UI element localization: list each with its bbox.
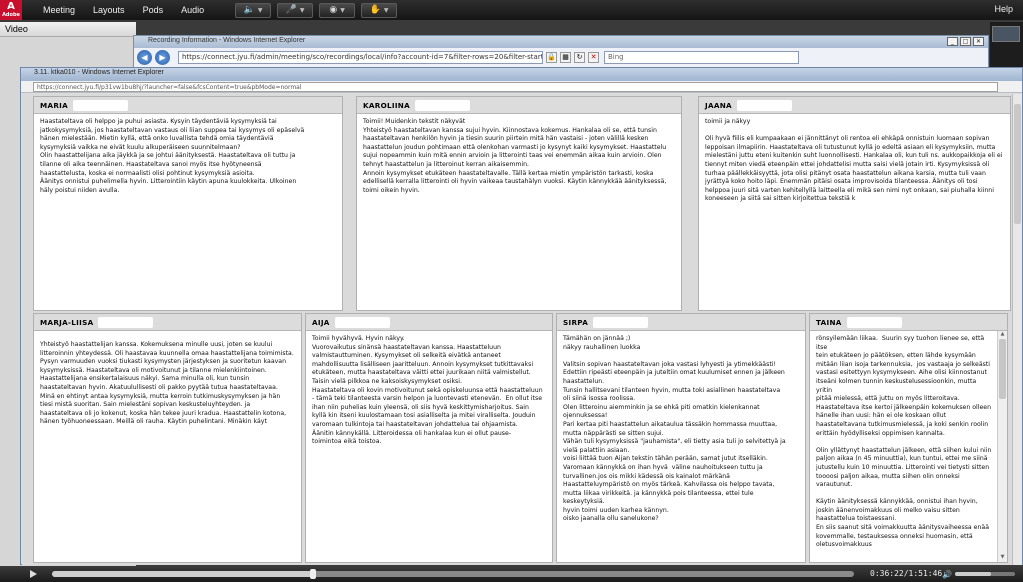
redacted-surname [593,316,649,328]
speaker-button[interactable]: 🔈 ▼ [235,2,272,18]
application-menu-bar: A Adobe Meeting Layouts Pods Audio 🔈 ▼ 🎤 ▼ … [0,0,1023,20]
back-button[interactable]: ◀ [137,50,152,65]
volume-icon[interactable]: 🔊 [942,570,952,579]
minimize-button[interactable]: _ [947,37,958,46]
note-panel-jaana: JAANA toimii ja näkyy Oli hyvä fiilis el… [698,96,1011,311]
note-panel-taina: TAINA rönsyilemään liikaa. Suurin syy tu… [809,313,1008,563]
note-panel-karoliina: KAROLIINA Toimii! Muidenkin tekstit näky… [356,96,682,311]
note-panel-maria: MARIA Haastateltava oli helppo ja puhui … [33,96,343,311]
menu-audio[interactable]: Audio [172,5,213,15]
menu-meeting[interactable]: Meeting [34,5,84,15]
help-menu[interactable]: Help [994,4,1013,14]
scroll-down-icon[interactable]: ▼ [998,554,1007,562]
volume-slider[interactable] [955,572,1015,576]
note-text[interactable]: Toimii! Muidenkin tekstit näkyvät Yhteis… [357,114,681,199]
recording-url-field[interactable]: https://connect.jyu.fi/admin/meeting/sco… [178,51,543,64]
note-panel-marja-liisa: MARJA-LIISA Yhteistyö haastattelijan kan… [33,313,302,563]
lock-icon: 🔒 [546,52,557,63]
recording-address-bar: ◀ ▶ https://connect.jyu.fi/admin/meeting… [134,48,988,67]
maximize-button[interactable]: □ [960,37,971,46]
menu-pods[interactable]: Pods [134,5,173,15]
video-thumbnail[interactable] [992,26,1020,42]
stop-icon[interactable]: ✕ [588,52,599,63]
panel-scrollbar[interactable]: ▲ ▼ [997,331,1007,562]
recording-window-title: Recording Information - Windows Internet… [134,36,988,48]
note-text[interactable]: Yhteistyö haastattelijan kanssa. Kokemuk… [34,331,301,431]
redacted-surname [736,99,792,111]
panel-header: JAANA [699,97,1010,114]
redacted-surname [414,99,470,111]
popup-window-title: 3.11. ktka010 - Windows Internet Explore… [21,68,1022,81]
play-icon[interactable] [30,570,37,578]
microphone-button[interactable]: 🎤 ▼ [277,2,314,18]
popup-address-bar: https://connect.jyu.fi/p31vw1bu8hj/?laun… [21,81,1022,93]
hand-icon: ✋ [369,5,381,15]
redacted-surname [334,316,390,328]
panel-header: MARIA [34,97,342,114]
forward-button[interactable]: ▶ [155,50,170,65]
recording-window-controls: _ □ ✕ [947,37,984,46]
chevron-down-icon: ▼ [299,6,305,14]
playback-bar: 0:36:22/1:51:46 🔊 [0,566,1023,582]
notes-area: MARIA Haastateltava oli helppo ja puhui … [22,94,1022,565]
menu-layouts[interactable]: Layouts [84,5,134,15]
note-text[interactable]: rönsyilemään liikaa. Suurin syy tuohon l… [810,331,1007,554]
note-panel-aija: AIJA Toimii hyvähyvä. Hyvin näkyy. Vuoro… [305,313,553,563]
note-panel-sirpa: SIRPA Tämähän on jännää ;) näkyy rauhall… [556,313,806,563]
panel-header: TAINA [810,314,1007,331]
microphone-icon: 🎤 [285,5,297,15]
raise-hand-button[interactable]: ✋ ▼ [361,2,398,18]
redacted-surname [98,316,154,328]
adobe-logo: A Adobe [0,0,22,20]
popup-url-field[interactable]: https://connect.jyu.fi/p31vw1bu8hj/?laun… [33,82,998,92]
speaker-icon: 🔈 [243,5,255,15]
panel-header: MARJA-LIISA [34,314,301,331]
chevron-down-icon: ▼ [340,6,345,14]
scrollbar-thumb[interactable] [1014,104,1021,224]
search-input[interactable]: Bing [604,51,799,64]
webcam-icon: ◉ [329,5,338,15]
redacted-surname [846,316,902,328]
window-scrollbar[interactable] [1012,94,1022,565]
chevron-down-icon: ▼ [383,6,389,14]
close-button[interactable]: ✕ [973,37,984,46]
redacted-surname [73,99,128,111]
chevron-down-icon: ▼ [257,6,263,14]
note-text[interactable]: Toimii hyvähyvä. Hyvin näkyy. Vuorovaiku… [306,331,552,451]
scroll-up-icon[interactable]: ▲ [998,331,1007,339]
note-text[interactable]: Haastateltava oli helppo ja puhui asiast… [34,114,342,199]
panel-header: SIRPA [557,314,805,331]
seek-handle[interactable] [309,569,316,579]
panel-header: AIJA [306,314,552,331]
thumbnail-pod [990,22,1023,67]
panel-header: KAROLIINA [357,97,681,114]
seek-progress [52,571,313,577]
meeting-popup-window: 3.11. ktka010 - Windows Internet Explore… [20,67,1023,565]
webcam-button[interactable]: ◉ ▼ [319,2,356,18]
compatibility-icon[interactable]: ▦ [560,52,571,63]
refresh-icon[interactable]: ↻ [574,52,585,63]
scrollbar-thumb[interactable] [999,339,1006,399]
note-text[interactable]: Tämähän on jännää ;) näkyy rauhallinen l… [557,331,805,528]
note-text[interactable]: toimii ja näkyy Oli hyvä fiilis eli kump… [699,114,1010,208]
playback-time: 0:36:22/1:51:46 [870,569,943,578]
video-pod-title: Video [0,22,136,37]
volume-level [955,572,991,576]
seek-bar[interactable] [52,569,854,579]
